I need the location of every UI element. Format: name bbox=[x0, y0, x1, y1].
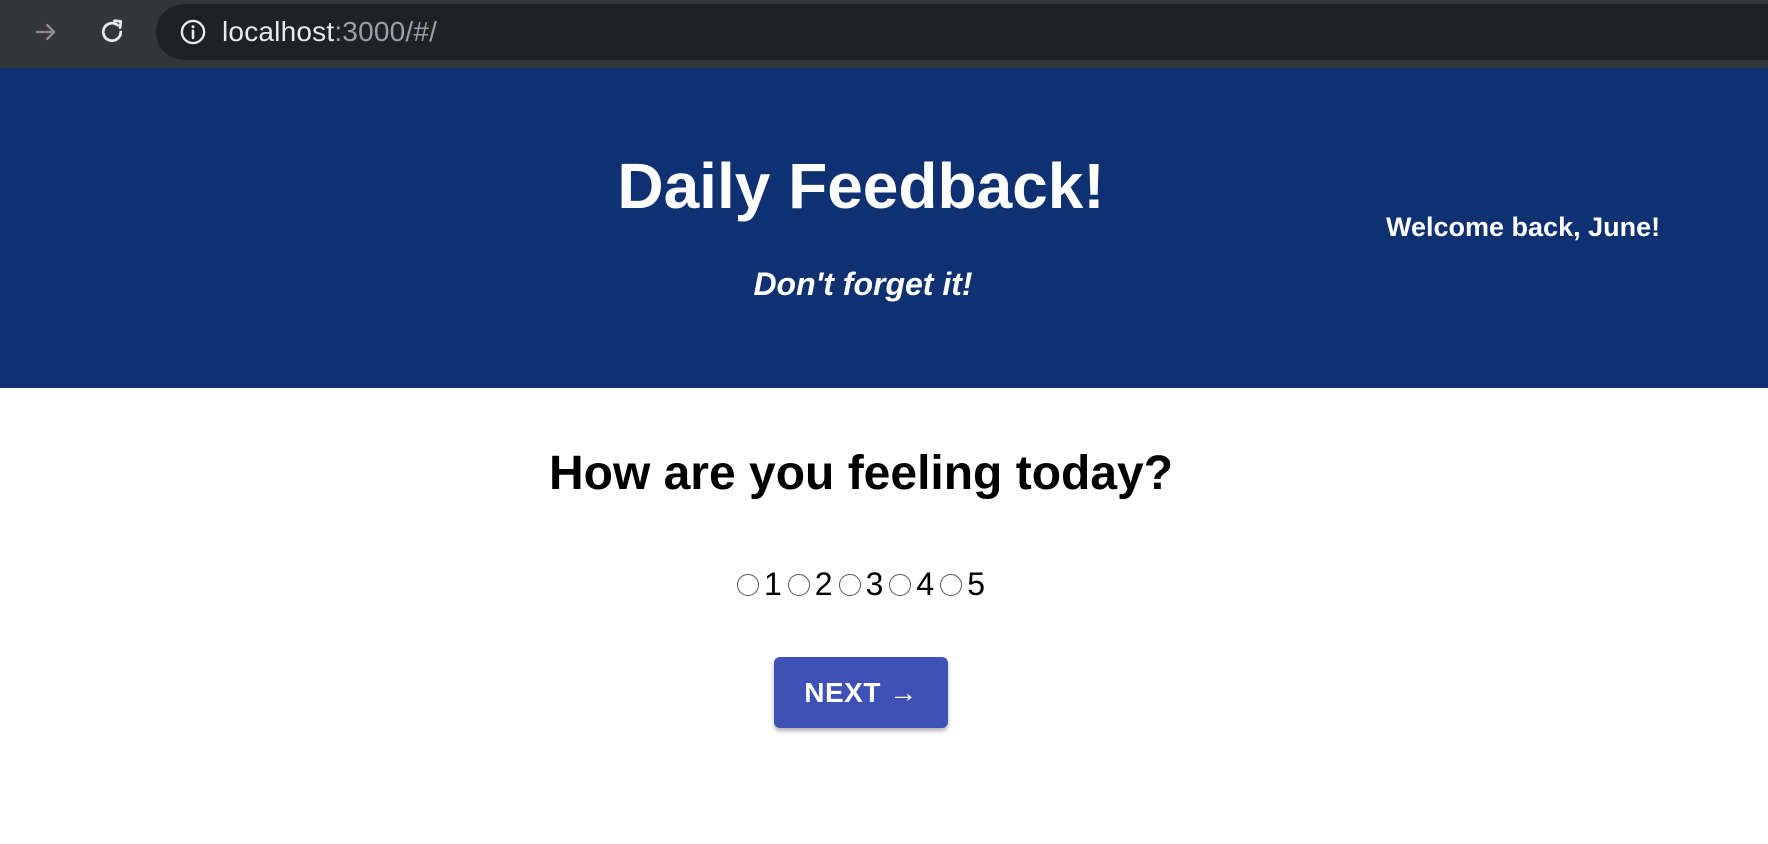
rating-option-4[interactable]: 4 bbox=[889, 566, 934, 603]
rating-group: 1 2 3 4 5 bbox=[0, 566, 1722, 603]
url-text: localhost:3000/#/ bbox=[222, 16, 437, 48]
feeling-question: How are you feeling today? bbox=[548, 447, 1174, 500]
rating-label: 5 bbox=[967, 566, 985, 602]
rating-option-2[interactable]: 2 bbox=[787, 566, 833, 603]
reload-icon bbox=[101, 19, 123, 43]
browser-toolbar: localhost:3000/#/ bbox=[0, 0, 1768, 68]
arrow-right-icon bbox=[35, 23, 56, 41]
rating-label: 1 bbox=[764, 566, 782, 602]
rating-option-5[interactable]: 5 bbox=[940, 566, 985, 603]
radio-button[interactable] bbox=[737, 573, 759, 596]
info-icon[interactable] bbox=[178, 17, 208, 47]
rating-option-1[interactable]: 1 bbox=[737, 566, 782, 603]
rating-label: 3 bbox=[865, 566, 884, 602]
radio-button[interactable] bbox=[940, 573, 963, 596]
next-button[interactable]: NEXT → bbox=[774, 657, 948, 728]
welcome-message: Welcome back, June! bbox=[1386, 212, 1661, 242]
rating-label: 2 bbox=[814, 566, 833, 602]
page-header: Daily Feedback! Don't forget it! Welcome… bbox=[0, 68, 1768, 388]
rating-option-3[interactable]: 3 bbox=[838, 566, 884, 603]
page-title: Daily Feedback! bbox=[617, 150, 1105, 222]
reload-button[interactable] bbox=[92, 12, 132, 52]
url-path: :3000/#/ bbox=[334, 16, 438, 47]
radio-button[interactable] bbox=[889, 573, 912, 596]
address-bar[interactable]: localhost:3000/#/ bbox=[156, 4, 1768, 60]
rating-label: 4 bbox=[916, 566, 935, 602]
page-subtitle: Don't forget it! bbox=[753, 266, 973, 302]
url-host: localhost bbox=[222, 16, 335, 47]
radio-button[interactable] bbox=[787, 573, 810, 596]
radio-button[interactable] bbox=[838, 573, 861, 596]
forward-button[interactable] bbox=[26, 12, 66, 52]
